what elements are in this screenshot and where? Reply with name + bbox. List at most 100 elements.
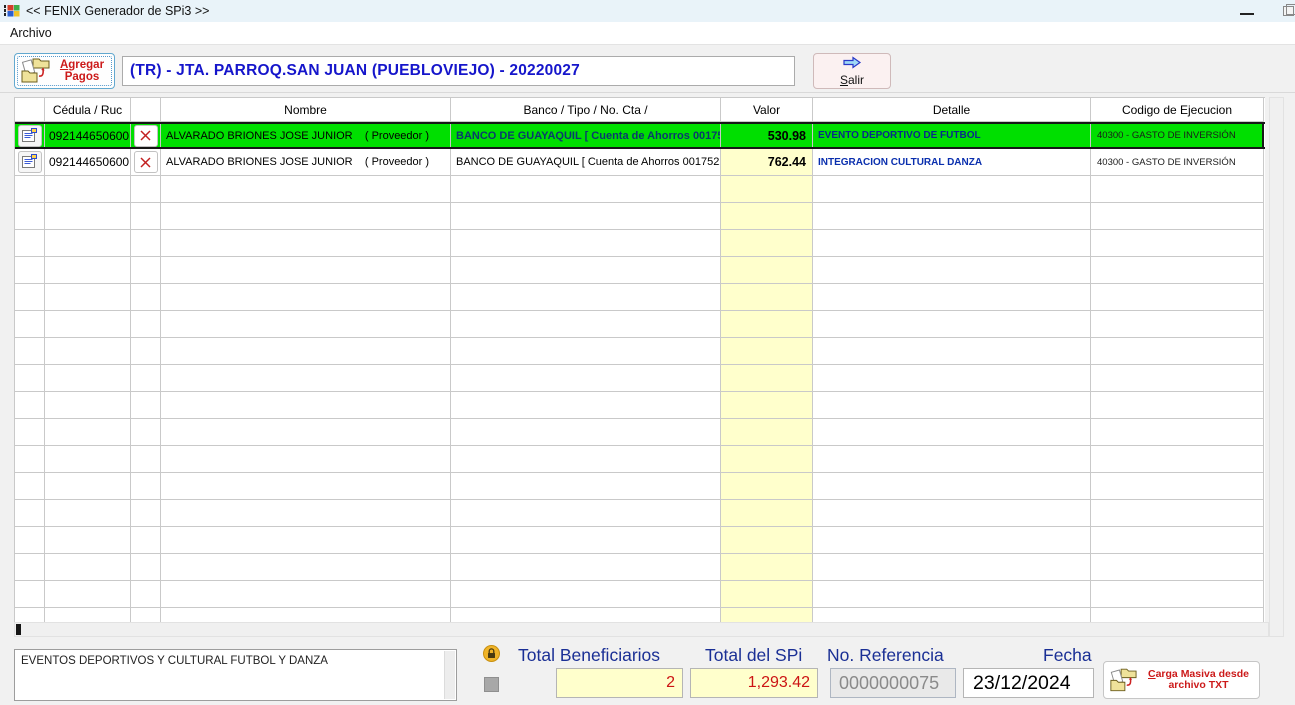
horizontal-scrollbar[interactable] (14, 622, 1269, 637)
empty-cell (15, 365, 45, 392)
empty-cell (45, 230, 131, 257)
salir-button[interactable]: Salir (813, 53, 891, 89)
empty-cell (451, 338, 721, 365)
empty-cell (15, 500, 45, 527)
empty-cell (451, 284, 721, 311)
spi-title-field[interactable]: (TR) - JTA. PARROQ.SAN JUAN (PUEBLOVIEJO… (122, 56, 795, 86)
empty-cell (161, 257, 451, 284)
observacion-textarea[interactable]: EVENTOS DEPORTIVOS Y CULTURAL FUTBOL Y D… (14, 649, 457, 701)
empty-cell (721, 257, 813, 284)
table-row[interactable]: 0921446506001 ALVARADO BRIONES JOSE JUNI… (15, 122, 1265, 149)
header-codigo: Codigo de Ejecucion (1091, 98, 1264, 122)
empty-cell (161, 230, 451, 257)
empty-table-row (15, 500, 1265, 527)
minimize-button[interactable] (1240, 13, 1254, 15)
total-beneficiarios-label: Total Beneficiarios (518, 645, 660, 665)
empty-cell (1091, 581, 1264, 608)
empty-cell (131, 554, 161, 581)
empty-table-row (15, 419, 1265, 446)
empty-cell (1091, 500, 1264, 527)
empty-cell (131, 446, 161, 473)
empty-cell (1091, 230, 1264, 257)
empty-table-row (15, 338, 1265, 365)
cell-valor: 762.44 (721, 149, 813, 176)
empty-table-row (15, 311, 1265, 338)
empty-cell (45, 608, 131, 623)
empty-cell (15, 527, 45, 554)
salir-label: Salir (840, 73, 864, 87)
cell-detalle: EVENTO DEPORTIVO DE FUTBOL (813, 124, 1091, 147)
total-beneficiarios-field: 2 (556, 668, 683, 698)
empty-cell (15, 230, 45, 257)
empty-cell (721, 446, 813, 473)
empty-table-row (15, 392, 1265, 419)
table-row[interactable]: 0921446506001 ALVARADO BRIONES JOSE JUNI… (15, 149, 1265, 176)
empty-cell (451, 473, 721, 500)
empty-cell (161, 311, 451, 338)
empty-cell (1091, 257, 1264, 284)
empty-cell (1091, 419, 1264, 446)
empty-table-row (15, 581, 1265, 608)
empty-cell (1091, 284, 1264, 311)
delete-x-icon (139, 129, 152, 142)
empty-cell (15, 284, 45, 311)
empty-cell (131, 230, 161, 257)
header-cedula: Cédula / Ruc (45, 98, 131, 122)
empty-cell (451, 500, 721, 527)
carga-masiva-button[interactable]: Carga Masiva desdearchivo TXT (1103, 661, 1260, 699)
empty-table-row (15, 608, 1265, 623)
toolbar-divider (0, 92, 1295, 93)
horizontal-scrollbar-thumb[interactable] (16, 624, 21, 635)
empty-cell (131, 311, 161, 338)
menu-archivo[interactable]: Archivo (0, 26, 62, 40)
header-edit-col (15, 98, 45, 122)
edit-cell (15, 149, 45, 176)
referencia-field: 0000000075 (830, 668, 956, 698)
agregar-pagos-button[interactable]: AgregarPagos (14, 53, 115, 89)
empty-cell (813, 203, 1091, 230)
observacion-scrollbar[interactable] (444, 651, 455, 699)
empty-cell (721, 284, 813, 311)
empty-cell (15, 203, 45, 230)
empty-cell (131, 473, 161, 500)
empty-cell (813, 419, 1091, 446)
delete-row-button[interactable] (134, 151, 158, 173)
empty-cell (1091, 392, 1264, 419)
empty-cell (45, 500, 131, 527)
delete-x-icon (139, 156, 152, 169)
empty-cell (813, 581, 1091, 608)
empty-cell (131, 581, 161, 608)
folders-icon (20, 56, 50, 86)
restore-button[interactable] (1283, 6, 1294, 16)
empty-cell (1091, 554, 1264, 581)
empty-cell (161, 446, 451, 473)
empty-cell (451, 581, 721, 608)
delete-row-button[interactable] (134, 125, 158, 147)
empty-cell (15, 473, 45, 500)
cell-banco: BANCO DE GUAYAQUIL [ Cuenta de Ahorros 0… (451, 124, 721, 147)
empty-cell (1091, 338, 1264, 365)
fecha-field[interactable]: 23/12/2024 (963, 668, 1094, 698)
edit-row-button[interactable] (18, 151, 42, 173)
empty-cell (15, 176, 45, 203)
empty-cell (813, 446, 1091, 473)
empty-cell (45, 176, 131, 203)
empty-cell (721, 554, 813, 581)
empty-cell (161, 527, 451, 554)
edit-row-button[interactable] (18, 125, 42, 147)
empty-cell (15, 608, 45, 623)
empty-cell (451, 608, 721, 623)
empty-cell (15, 419, 45, 446)
cell-cedula: 0921446506001 (45, 124, 131, 147)
empty-cell (451, 527, 721, 554)
empty-table-row (15, 203, 1265, 230)
empty-cell (1091, 176, 1264, 203)
empty-cell (15, 338, 45, 365)
vertical-scrollbar[interactable] (1269, 97, 1284, 637)
empty-cell (131, 500, 161, 527)
empty-table-row (15, 230, 1265, 257)
empty-cell (45, 284, 131, 311)
empty-cell (451, 203, 721, 230)
empty-cell (1091, 365, 1264, 392)
empty-cell (813, 473, 1091, 500)
